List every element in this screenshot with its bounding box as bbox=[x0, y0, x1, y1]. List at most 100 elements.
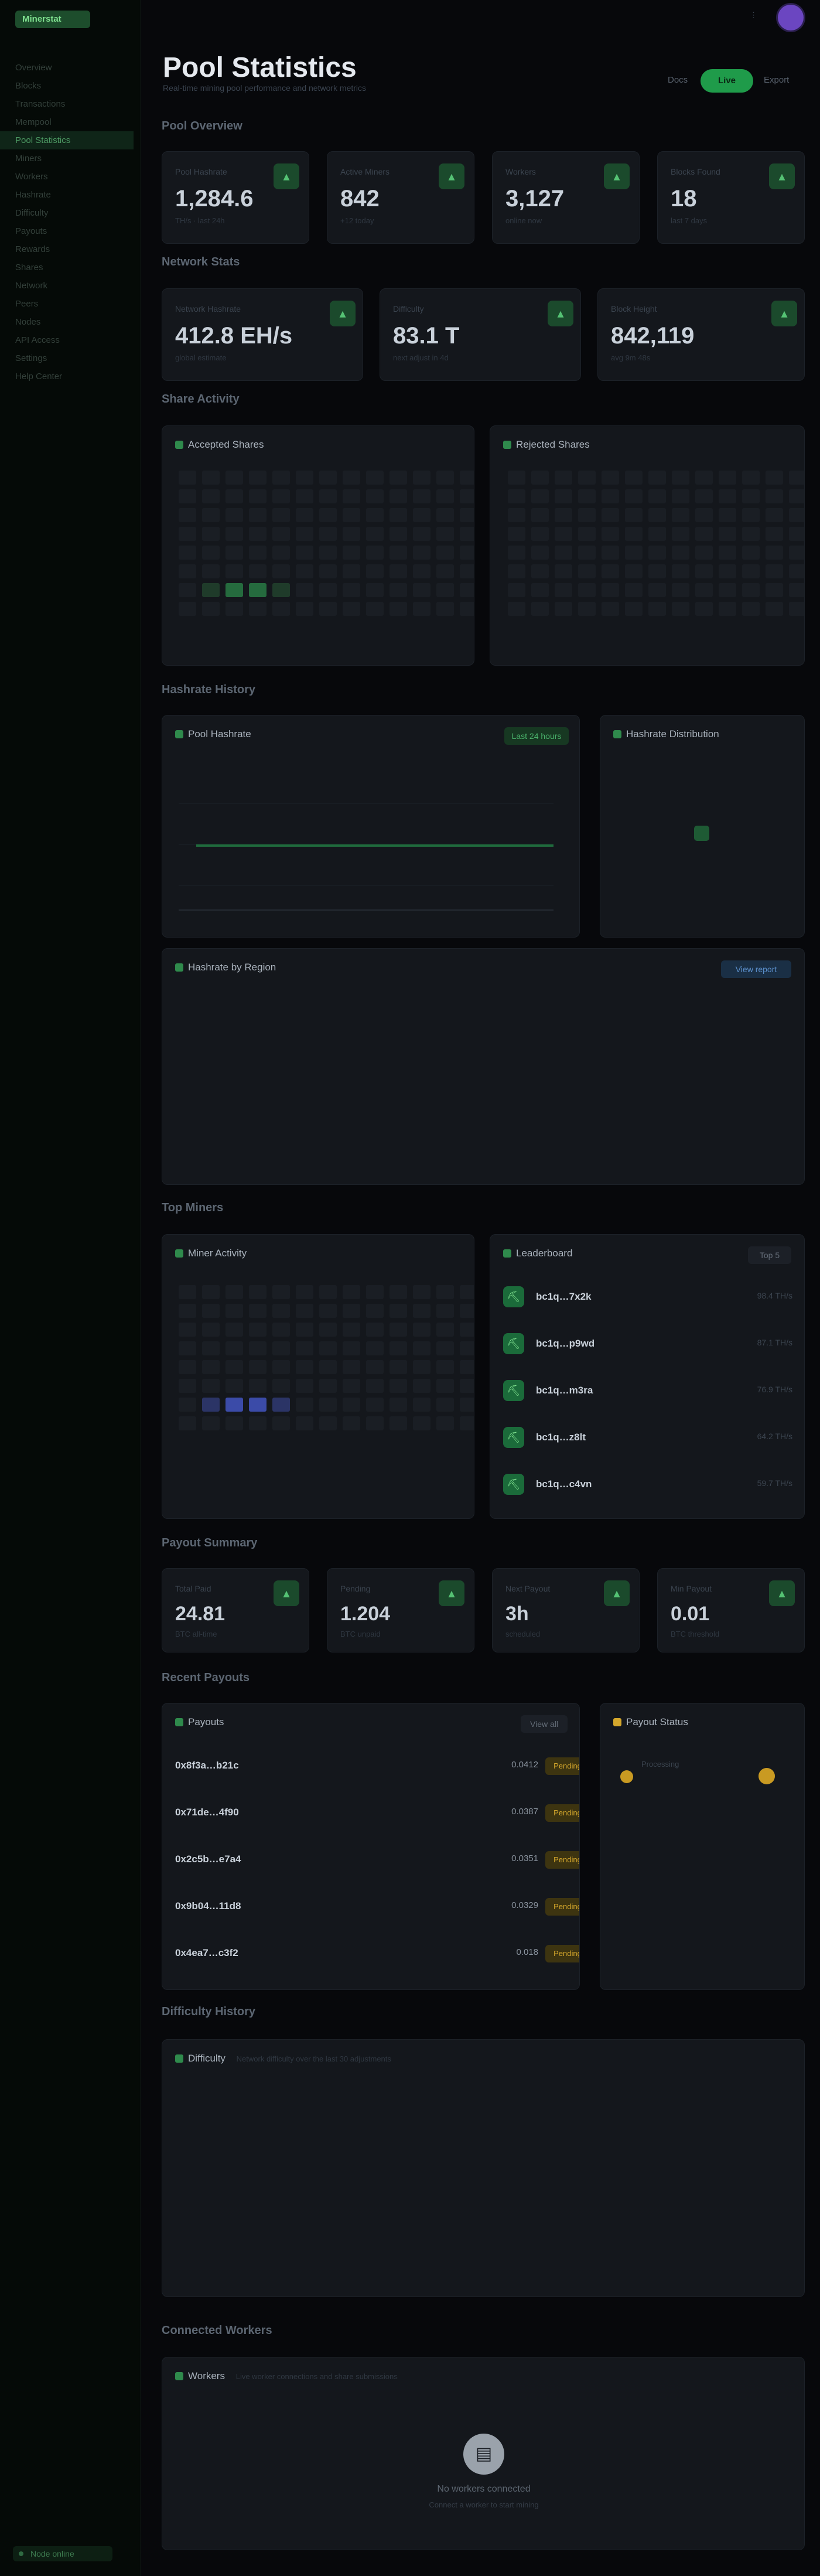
live-toggle-button[interactable]: Live bbox=[701, 69, 753, 93]
sidebar-item-settings[interactable]: Settings bbox=[0, 349, 141, 367]
sidebar-item-shares[interactable]: Shares bbox=[0, 258, 141, 277]
sidebar-item-network[interactable]: Network bbox=[0, 277, 141, 295]
sidebar-item-api-access[interactable]: API Access bbox=[0, 331, 141, 349]
sidebar-item-nodes[interactable]: Nodes bbox=[0, 313, 141, 331]
table-row[interactable]: 0x71de…4f90 0.0387 Pending bbox=[175, 1797, 579, 1830]
sidebar-item-transactions[interactable]: Transactions bbox=[0, 95, 141, 113]
heatmap-cell bbox=[390, 1416, 407, 1430]
heatmap-cell bbox=[742, 508, 760, 522]
heatmap-cell bbox=[249, 527, 266, 541]
brand-logo[interactable]: Minerstat bbox=[15, 11, 90, 28]
pickaxe-icon: ⛏ bbox=[503, 1474, 524, 1495]
heatmap-cell bbox=[343, 1416, 360, 1430]
list-item[interactable]: ⛏ bc1q…p9wd 87.1 TH/s bbox=[503, 1328, 792, 1359]
view-all-button[interactable]: View all bbox=[521, 1715, 568, 1733]
list-item[interactable]: ⛏ bc1q…m3ra 76.9 TH/s bbox=[503, 1375, 792, 1406]
card-title-text: Miner Activity bbox=[188, 1248, 247, 1259]
heatmap-cell bbox=[179, 564, 196, 578]
sidebar-item-help-center[interactable]: Help Center bbox=[0, 367, 141, 386]
list-item[interactable]: ⛏ bc1q…c4vn 59.7 TH/s bbox=[503, 1469, 792, 1500]
heatmap-cell bbox=[343, 1398, 360, 1412]
list-item[interactable]: ⛏ bc1q…7x2k 98.4 TH/s bbox=[503, 1282, 792, 1312]
heatmap-cell bbox=[296, 564, 313, 578]
heatmap-cell bbox=[296, 1341, 313, 1355]
heatmap-cell bbox=[249, 1360, 266, 1374]
heatmap-cell bbox=[508, 602, 525, 616]
heatmap-cell bbox=[555, 527, 572, 541]
legend-dot-icon bbox=[503, 441, 511, 449]
stat-value: 412.8 EH/s bbox=[175, 323, 293, 349]
sidebar-item-pool-statistics[interactable]: Pool Statistics bbox=[0, 131, 134, 149]
card-title: Payout Status bbox=[613, 1716, 688, 1728]
heatmap-cell bbox=[508, 471, 525, 485]
more-icon[interactable]: ⋮ bbox=[750, 11, 759, 20]
stat-card-workers: Workers ▴ 3,127 online now bbox=[492, 151, 640, 244]
heatmap-cell bbox=[202, 471, 220, 485]
view-report-button[interactable]: View report bbox=[721, 960, 791, 978]
table-row[interactable]: 0x4ea7…c3f2 0.018 Pending bbox=[175, 1938, 579, 1971]
heatmap-cell bbox=[226, 564, 243, 578]
heatmap-cell bbox=[343, 1360, 360, 1374]
sidebar-item-mempool[interactable]: Mempool bbox=[0, 113, 141, 131]
heatmap-cell bbox=[272, 1323, 290, 1337]
heatmap-cell bbox=[672, 602, 689, 616]
status-badge: Pending bbox=[545, 1851, 579, 1869]
miner-name: bc1q…c4vn bbox=[536, 1478, 592, 1490]
heatmap-cell bbox=[296, 1379, 313, 1393]
stat-sub: online now bbox=[505, 216, 542, 225]
table-row[interactable]: 0x9b04…11d8 0.0329 Pending bbox=[175, 1891, 579, 1924]
tx-amount: 0.0387 bbox=[511, 1807, 538, 1817]
heatmap-cell bbox=[390, 527, 407, 541]
sidebar-item-payouts[interactable]: Payouts bbox=[0, 222, 141, 240]
heatmap-cell bbox=[319, 1285, 337, 1299]
docs-link[interactable]: Docs bbox=[668, 75, 688, 85]
card-subtitle: Live worker connections and share submis… bbox=[235, 2372, 398, 2381]
sidebar-item-blocks[interactable]: Blocks bbox=[0, 77, 141, 95]
list-item[interactable]: ⛏ bc1q…z8lt 64.2 TH/s bbox=[503, 1422, 792, 1453]
heatmap-cell bbox=[413, 1360, 430, 1374]
heatmap-cell bbox=[789, 583, 804, 597]
heatmap-cell bbox=[742, 602, 760, 616]
node-status: Node online bbox=[13, 2546, 112, 2561]
sidebar-item-rewards[interactable]: Rewards bbox=[0, 240, 141, 258]
sidebar-item-hashrate[interactable]: Hashrate bbox=[0, 186, 141, 204]
card-title: Hashrate by Region bbox=[175, 962, 276, 973]
table-row[interactable]: 0x2c5b…e7a4 0.0351 Pending bbox=[175, 1844, 579, 1877]
heatmap-cell bbox=[179, 471, 196, 485]
heatmap-cell bbox=[390, 1341, 407, 1355]
range-badge[interactable]: Last 24 hours bbox=[504, 727, 569, 745]
heatmap-cell bbox=[672, 564, 689, 578]
export-link[interactable]: Export bbox=[764, 75, 789, 85]
heatmap-cell bbox=[436, 1360, 454, 1374]
sidebar-item-workers[interactable]: Workers bbox=[0, 168, 141, 186]
sidebar-item-overview[interactable]: Overview bbox=[0, 59, 141, 77]
heatmap-cell bbox=[366, 1416, 384, 1430]
heatmap-cell bbox=[390, 1285, 407, 1299]
card-subtitle: Network difficulty over the last 30 adju… bbox=[236, 2054, 391, 2063]
avatar[interactable] bbox=[778, 5, 804, 30]
heatmap-cell bbox=[366, 471, 384, 485]
sidebar-item-miners[interactable]: Miners bbox=[0, 149, 141, 168]
heatmap-cell bbox=[555, 508, 572, 522]
heatmap-cell bbox=[742, 564, 760, 578]
stat-card-network-hashrate: Network Hashrate ▴ 412.8 EH/s global est… bbox=[162, 288, 363, 381]
heatmap-cell bbox=[296, 602, 313, 616]
heatmap-cell bbox=[296, 1360, 313, 1374]
heatmap-cell bbox=[436, 1285, 454, 1299]
heatmap-cell bbox=[179, 1304, 196, 1318]
heatmap-cell bbox=[319, 1416, 337, 1430]
heatmap-cell bbox=[648, 546, 666, 560]
sidebar-item-difficulty[interactable]: Difficulty bbox=[0, 204, 141, 222]
stat-value: 0.01 bbox=[671, 1603, 710, 1625]
heatmap-cell bbox=[179, 1416, 196, 1430]
sidebar-item-peers[interactable]: Peers bbox=[0, 295, 141, 313]
stat-label: Blocks Found bbox=[671, 167, 720, 176]
miner-hashrate: 59.7 TH/s bbox=[757, 1478, 792, 1488]
card-title-text: Difficulty bbox=[188, 2053, 226, 2064]
heatmap-cell bbox=[789, 508, 804, 522]
distribution-marker bbox=[694, 826, 709, 841]
heatmap-cell bbox=[249, 1341, 266, 1355]
table-row[interactable]: 0x8f3a…b21c 0.0412 Pending bbox=[175, 1750, 579, 1783]
legend-dot-icon bbox=[503, 1249, 511, 1258]
heatmap-cell bbox=[272, 1398, 290, 1412]
